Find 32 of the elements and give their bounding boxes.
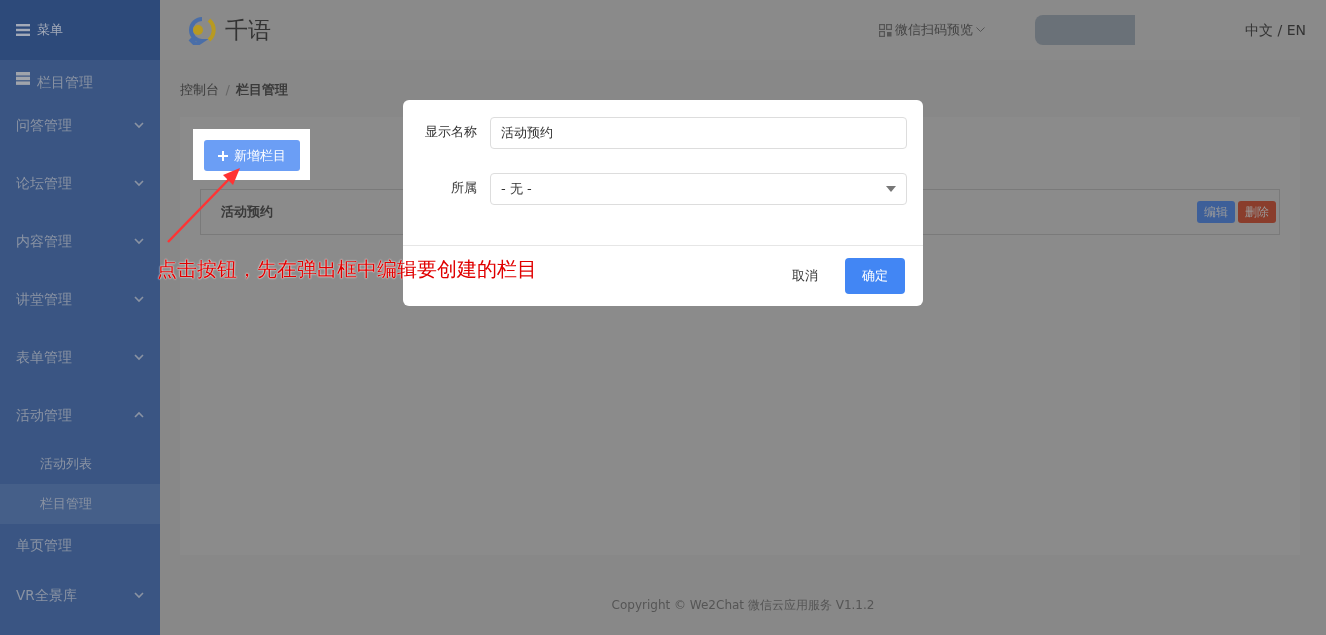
sidebar-item[interactable]: 活动管理 xyxy=(0,386,160,444)
qr-code-icon xyxy=(878,23,892,37)
row-name: 活动预约 xyxy=(220,203,274,222)
sidebar-subitem[interactable]: 栏目管理 xyxy=(0,484,160,524)
edit-button[interactable]: 编辑 xyxy=(1196,201,1235,223)
language-link[interactable]: 中文 / EN xyxy=(1245,19,1306,41)
sidebar-item[interactable]: VR全景库 xyxy=(0,566,160,624)
add-button[interactable]: 新增栏目 xyxy=(204,140,300,171)
plus-icon xyxy=(217,150,228,161)
caret-icon xyxy=(976,27,986,33)
sidebar-item[interactable]: 内容管理 xyxy=(0,212,160,270)
sidebar-item[interactable]: 单页管理 xyxy=(0,524,160,566)
input-field[interactable]: 活动预约 xyxy=(489,117,907,149)
breadcrumb-item: 栏目管理 xyxy=(236,81,289,99)
breadcrumb-item[interactable]: 控制台 xyxy=(180,80,219,117)
breadcrumb-separator: / xyxy=(225,81,230,99)
menu-icon[interactable] xyxy=(16,24,30,36)
logo-text: 千语 xyxy=(224,15,271,45)
select-field[interactable]: - 无 - xyxy=(489,173,907,205)
sidebar-subitem[interactable]: 活动列表 xyxy=(0,444,160,484)
field-label: 显示名称 xyxy=(423,123,477,141)
dropdown-arrow-icon xyxy=(886,186,896,192)
sidebar-title: 菜单 xyxy=(36,21,63,40)
sidebar-item[interactable]: 栏目管理 xyxy=(0,60,160,96)
confirm-button[interactable]: 确定 xyxy=(845,257,905,294)
field-label: 所属 xyxy=(449,179,477,197)
sidebar-item[interactable]: 问答管理 xyxy=(0,96,160,154)
delete-button[interactable]: 删除 xyxy=(1237,201,1276,223)
list-icon xyxy=(16,71,30,85)
sidebar-item[interactable]: 表单管理 xyxy=(0,328,160,386)
sidebar-item[interactable]: 论坛管理 xyxy=(0,154,160,212)
preview-menu[interactable]: 微信扫码预览 xyxy=(878,20,986,40)
